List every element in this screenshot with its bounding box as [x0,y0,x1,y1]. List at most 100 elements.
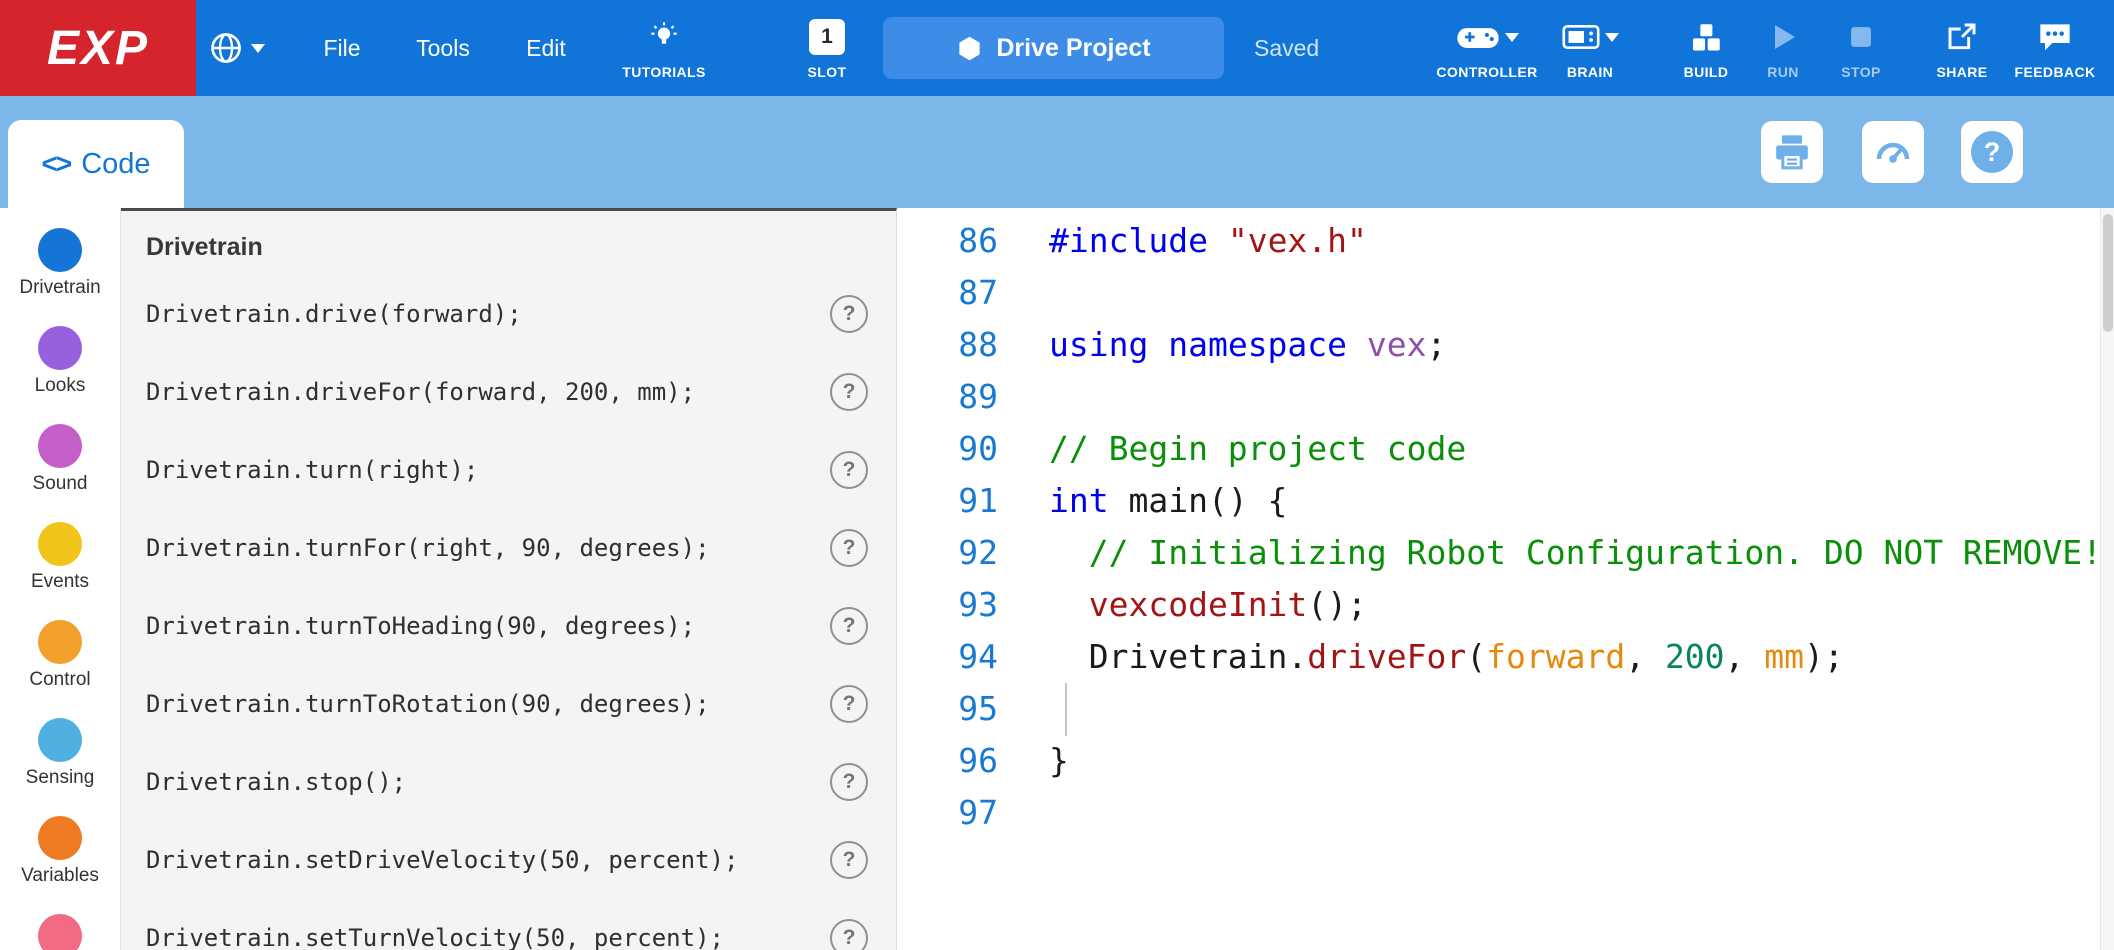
code-text: // Initializing Robot Configuration. DO … [1049,527,2102,579]
code-token [1049,585,1089,624]
stop-button[interactable]: STOP [1826,0,1896,96]
code-token: ); [1804,637,1844,676]
sidebar-category-sound[interactable]: Sound [0,424,120,522]
code-token: #include [1049,221,1208,260]
menu-edit[interactable]: Edit [518,0,574,96]
share-button[interactable]: SHARE [1924,0,2000,96]
tab-code[interactable]: <> Code [8,120,184,208]
code-brackets-icon: <> [41,148,70,180]
command-text: Drivetrain.turn(right); [146,456,478,484]
print-icon [1772,132,1812,172]
code-line[interactable]: 91int main() { [897,475,2114,527]
project-name: Drive Project [996,34,1150,63]
command-text: Drivetrain.stop(); [146,768,406,796]
controller-button[interactable]: CONTROLLER [1434,0,1540,96]
code-line[interactable]: 94 Drivetrain.driveFor(forward, 200, mm)… [897,631,2114,683]
command-help-button[interactable]: ? [830,919,868,950]
help-button[interactable]: ? [1961,121,2023,183]
command-text: Drivetrain.turnToHeading(90, degrees); [146,612,695,640]
code-line[interactable]: 96} [897,735,2114,787]
command-list-item[interactable]: Drivetrain.turnToHeading(90, degrees);? [121,587,896,665]
command-list-item[interactable]: Drivetrain.driveFor(forward, 200, mm);? [121,353,896,431]
line-number: 97 [897,787,998,839]
print-button[interactable] [1761,121,1823,183]
code-line[interactable]: 86#include "vex.h" [897,215,2114,267]
brain-icon [1562,23,1600,51]
slot-number-icon: 1 [809,19,845,55]
project-name-button[interactable]: Drive Project [883,17,1224,79]
code-token: namespace [1168,325,1347,364]
code-line[interactable]: 92 // Initializing Robot Configuration. … [897,527,2114,579]
command-help-button[interactable]: ? [830,763,868,801]
command-help-button[interactable]: ? [830,685,868,723]
code-line[interactable]: 93 vexcodeInit(); [897,579,2114,631]
feedback-label: FEEDBACK [2015,64,2096,80]
dashboard-gauge-icon [1872,131,1914,173]
line-number: 92 [897,527,998,579]
sidebar-category-variables[interactable]: Variables [0,816,120,914]
editor-scrollbar[interactable] [2100,208,2114,950]
brain-button[interactable]: BRAIN [1548,0,1632,96]
save-status: Saved [1254,0,1319,96]
code-line[interactable]: 97 [897,787,2114,839]
code-editor[interactable]: 86#include "vex.h"8788using namespace ve… [897,208,2114,950]
dashboard-button[interactable] [1862,121,1924,183]
command-help-button[interactable]: ? [830,373,868,411]
code-text: vexcodeInit(); [1049,579,1367,631]
menu-tools[interactable]: Tools [410,0,476,96]
command-help-button[interactable]: ? [830,529,868,567]
code-text: #include "vex.h" [1049,215,1367,267]
category-label: Sound [33,473,88,495]
sidebar-category-looks[interactable]: Looks [0,326,120,424]
line-number: 95 [897,683,998,735]
command-panel-title: Drivetrain [146,233,896,275]
line-number: 94 [897,631,998,683]
sidebar-category-drivetrain[interactable]: Drivetrain [0,228,120,326]
menu-file[interactable]: File [312,0,372,96]
hexagon-icon [956,35,983,62]
command-list-item[interactable]: Drivetrain.setTurnVelocity(50, percent);… [121,899,896,950]
feedback-bubble-icon [2037,21,2073,53]
command-help-button[interactable]: ? [830,607,868,645]
sidebar-category-unnamed[interactable] [0,914,120,950]
globe-icon [208,30,244,66]
stop-square-icon [1847,23,1875,51]
command-list-item[interactable]: Drivetrain.stop();? [121,743,896,821]
command-help-button[interactable]: ? [830,841,868,879]
main-content: DrivetrainLooksSoundEventsControlSensing… [0,208,2114,950]
build-button[interactable]: BUILD [1666,0,1746,96]
app-logo[interactable]: EXP [0,0,196,96]
code-line[interactable]: 90// Begin project code [897,423,2114,475]
code-line[interactable]: 95 [897,683,2114,735]
sidebar-category-sensing[interactable]: Sensing [0,718,120,816]
code-line[interactable]: 88using namespace vex; [897,319,2114,371]
line-number: 93 [897,579,998,631]
sidebar-category-control[interactable]: Control [0,620,120,718]
command-help-button[interactable]: ? [830,451,868,489]
command-list-item[interactable]: Drivetrain.drive(forward);? [121,275,896,353]
tutorials-button[interactable]: TUTORIALS [612,0,716,96]
sidebar-category-events[interactable]: Events [0,522,120,620]
line-number: 88 [897,319,998,371]
command-list-item[interactable]: Drivetrain.setDriveVelocity(50, percent)… [121,821,896,899]
code-token [1347,325,1367,364]
command-help-button[interactable]: ? [830,295,868,333]
share-label: SHARE [1936,64,1987,80]
command-text: Drivetrain.turnFor(right, 90, degrees); [146,534,710,562]
command-list-item[interactable]: Drivetrain.turnFor(right, 90, degrees);? [121,509,896,587]
code-token: "vex.h" [1228,221,1367,260]
lightbulb-icon [648,21,680,53]
code-token: // Initializing Robot Configuration. DO … [1089,533,2102,572]
code-line[interactable]: 89 [897,371,2114,423]
feedback-button[interactable]: FEEDBACK [2006,0,2104,96]
line-number: 91 [897,475,998,527]
language-menu-button[interactable] [208,0,265,96]
slot-button[interactable]: 1 SLOT [788,0,866,96]
run-button[interactable]: RUN [1750,0,1816,96]
command-list-item[interactable]: Drivetrain.turnToRotation(90, degrees);? [121,665,896,743]
category-color-dot [38,816,82,860]
scrollbar-thumb[interactable] [2103,214,2113,332]
command-list-item[interactable]: Drivetrain.turn(right);? [121,431,896,509]
code-token: 200 [1665,637,1725,676]
code-line[interactable]: 87 [897,267,2114,319]
